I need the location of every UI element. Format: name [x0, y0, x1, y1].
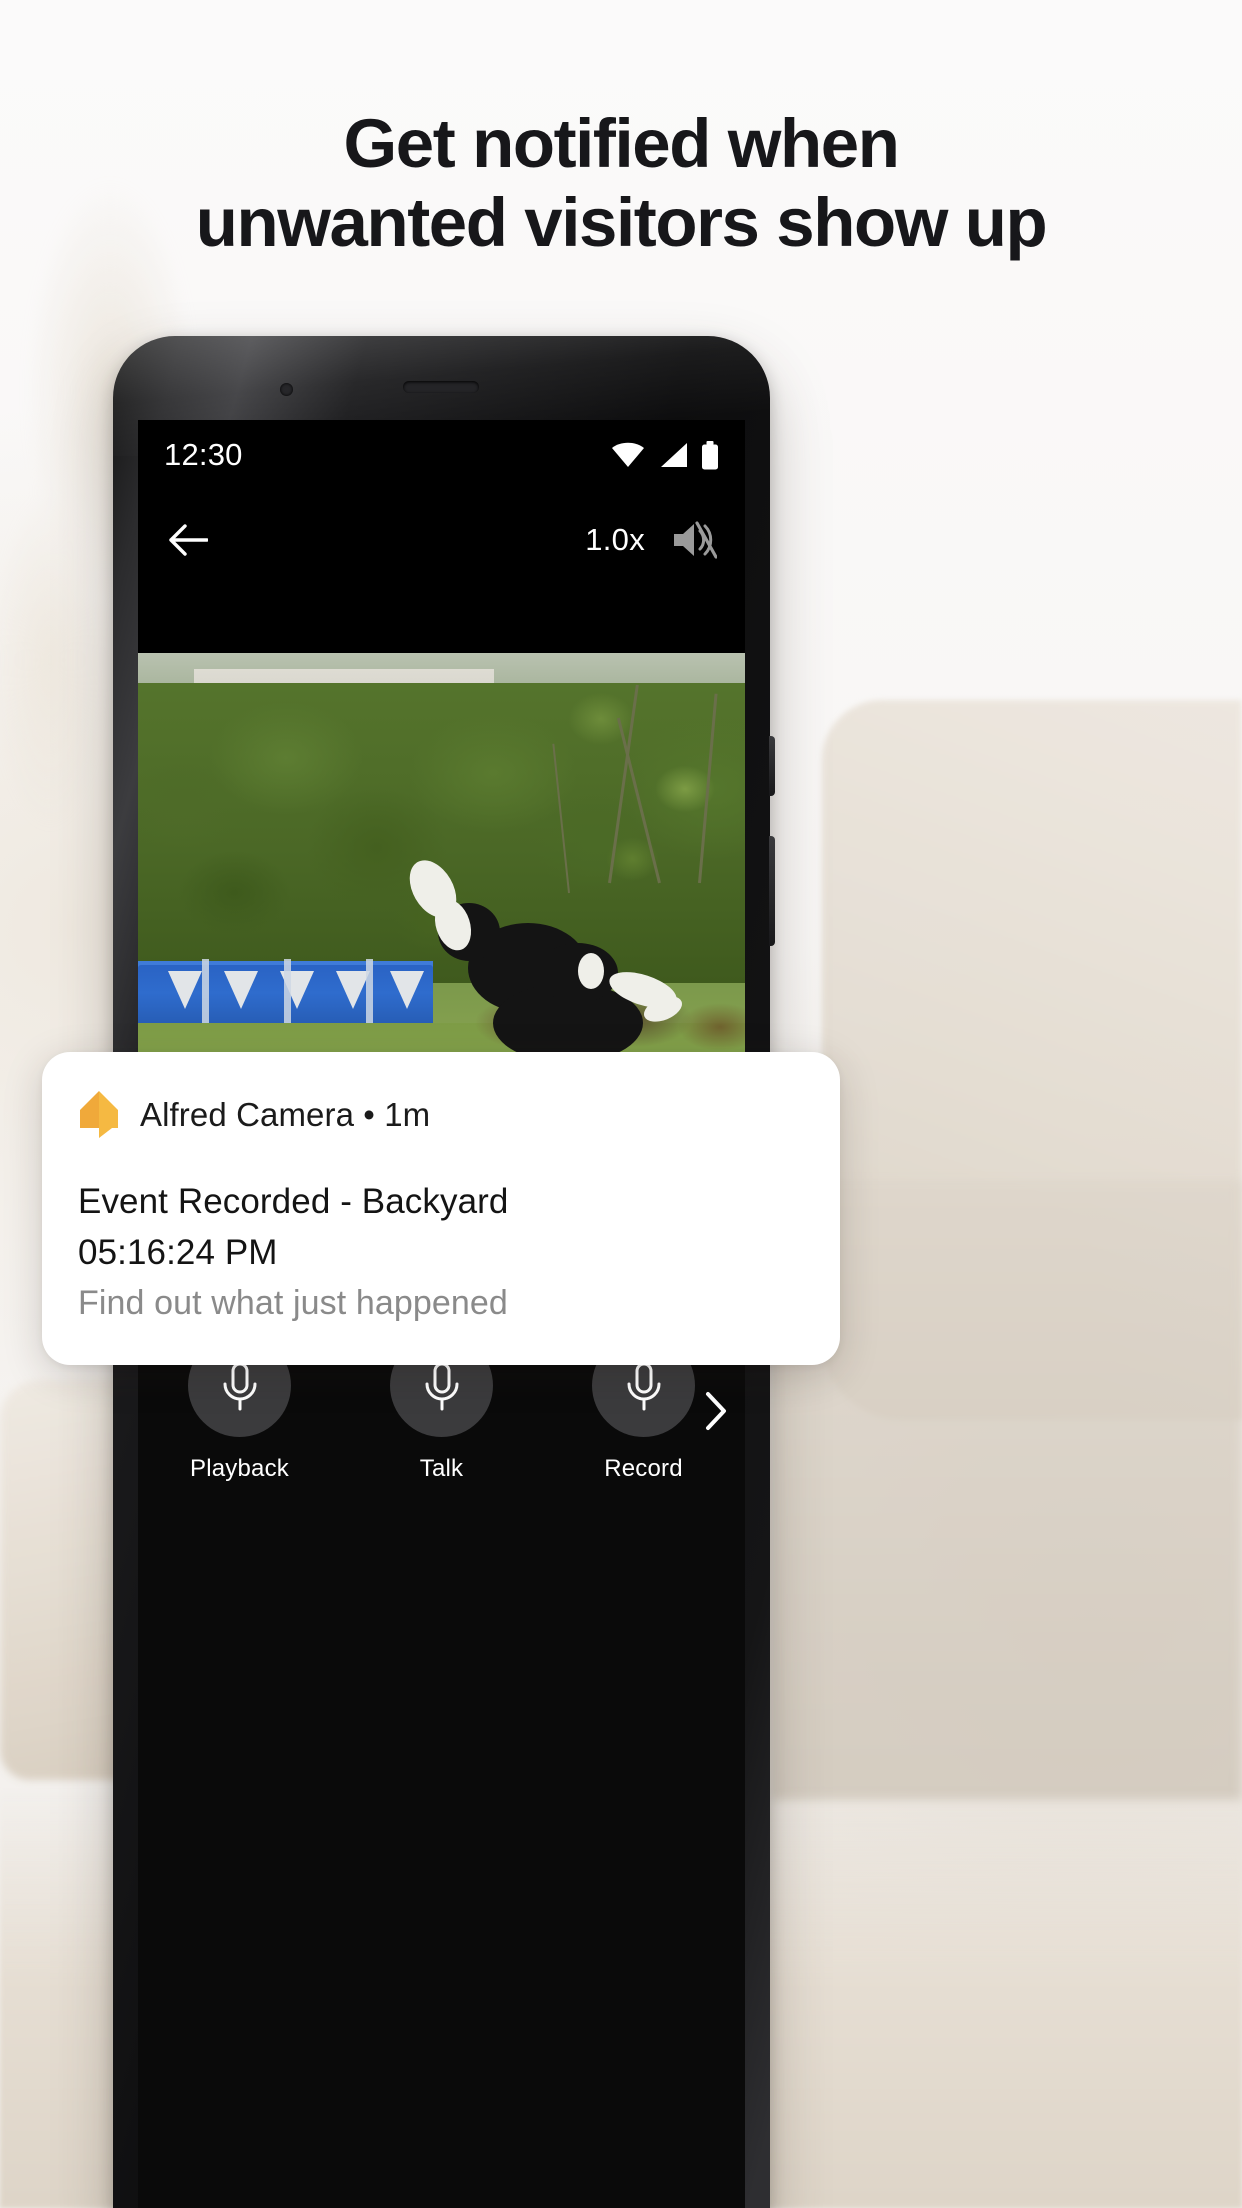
back-arrow-icon[interactable] — [168, 523, 208, 557]
chevron-right-icon[interactable] — [703, 1390, 729, 1432]
front-camera-icon — [280, 383, 293, 396]
notification-timestamp: 05:16:24 PM — [78, 1233, 278, 1272]
volume-muted-icon[interactable] — [671, 520, 717, 560]
talk-label: Talk — [419, 1455, 464, 1482]
notification-title: Event Recorded - Backyard — [78, 1182, 509, 1221]
status-bar-clock: 12:30 — [164, 437, 243, 472]
playback-label: Playback — [190, 1455, 289, 1482]
video-player-top-bar: 1.0x — [138, 490, 745, 590]
feed-dog2-marking — [578, 953, 604, 989]
microphone-icon — [223, 1362, 256, 1410]
headline-line-2: unwanted visitors show up — [195, 183, 1048, 261]
page-title: Get notified when unwanted visitors show… — [0, 105, 1242, 262]
cellular-signal-icon — [661, 443, 687, 467]
notification-subtitle: Find out what just happened — [78, 1284, 508, 1322]
phone-power-button — [769, 836, 775, 946]
earpiece-speaker — [403, 381, 479, 393]
alfred-home-logo-icon — [80, 1091, 118, 1138]
decorative-couch-lower — [772, 1180, 1242, 1800]
feed-bunting-flag — [390, 971, 424, 1009]
feed-bunting-flag — [168, 971, 202, 1009]
feed-bunting-flag — [224, 971, 258, 1009]
status-bar-icons — [611, 440, 719, 470]
player-letterbox-top — [138, 590, 745, 653]
push-notification-card[interactable]: Alfred Camera • 1m Event Recorded - Back… — [42, 1052, 840, 1365]
notification-app-name: Alfred Camera • 1m — [140, 1096, 431, 1133]
phone-volume-button — [769, 736, 775, 796]
notification-header: Alfred Camera • 1m — [78, 1090, 804, 1140]
status-bar: 12:30 — [138, 420, 745, 490]
record-label: Record — [604, 1455, 683, 1482]
wifi-icon — [612, 442, 644, 467]
battery-icon — [702, 440, 718, 469]
camera-controls-row: Playback Talk Record — [138, 1286, 745, 2208]
feed-bunting-flag — [336, 971, 370, 1009]
headline-line-1: Get notified when — [343, 105, 899, 182]
playback-speed-label[interactable]: 1.0x — [585, 522, 645, 558]
microphone-icon — [627, 1362, 660, 1410]
microphone-icon — [425, 1362, 458, 1410]
